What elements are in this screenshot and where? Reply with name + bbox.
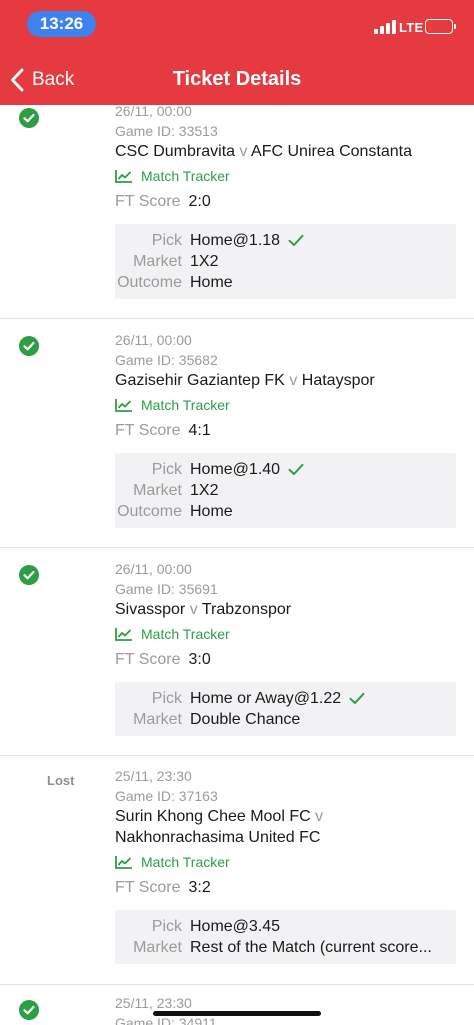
pick-value: Home@1.40 [190, 461, 281, 478]
match-tracker-label: Match Tracker [141, 397, 230, 413]
pick-label: Pick [151, 690, 182, 707]
away-team: Hatayspor [301, 372, 375, 389]
market-label: Market [133, 482, 182, 499]
pick-details: Pick Home or Away@1.22 Market Double Chanc… [115, 682, 456, 736]
market-value: Double Chance [190, 711, 301, 728]
status-bar: 13:26 LTE [0, 0, 474, 50]
market-label: Market [133, 939, 182, 956]
pick-details: Pick Home@1.18 Market 1X2 Outcome Home [115, 224, 456, 299]
ft-score: FT Score 2:0 [115, 190, 456, 214]
battery-icon [425, 19, 456, 34]
ticket-item: Lost 25/11, 23:30 Game ID: 37163 Surin K… [0, 756, 474, 985]
ft-score-label: FT Score [115, 651, 181, 668]
chart-line-icon [115, 170, 132, 183]
navigation-bar: Back Ticket Details [0, 55, 474, 105]
outcome-label: Outcome [117, 503, 182, 520]
ft-score: FT Score 4:1 [115, 419, 456, 443]
check-icon [288, 234, 304, 246]
away-team: AFC Unirea Constanta [251, 143, 413, 160]
ticket-item: 26/11, 00:00 Game ID: 33513 CSC Dumbravi… [0, 96, 474, 319]
ft-score-label: FT Score [115, 422, 181, 439]
game-id: Game ID: 33513 [115, 123, 218, 139]
won-check-icon [19, 108, 39, 128]
game-id: Game ID: 35691 [115, 581, 218, 597]
market-value: Rest of the Match (current score... [190, 939, 432, 956]
status-time: 13:26 [27, 11, 96, 37]
ft-score-value: 3:2 [188, 879, 211, 896]
page-title: Ticket Details [172, 68, 302, 90]
match-datetime: 25/11, 23:30 [115, 768, 192, 784]
ticket-item: 26/11, 00:00 Game ID: 35682 Gazisehir Ga… [0, 319, 474, 548]
match-tracker-label: Match Tracker [141, 168, 230, 184]
status-badge: Lost [47, 773, 75, 788]
match-tracker-label: Match Tracker [141, 854, 230, 870]
chart-line-icon [115, 628, 132, 641]
chart-line-icon [115, 856, 132, 869]
match-tracker-link[interactable]: Match Tracker [115, 393, 456, 417]
away-team: Trabzonspor [201, 601, 292, 618]
match-datetime: 25/11, 23:30 [115, 995, 192, 1011]
home-team: CSC Dumbravita [115, 143, 236, 160]
check-icon [288, 463, 304, 475]
match-datetime: 26/11, 00:00 [115, 332, 192, 348]
ft-score: FT Score 3:2 [115, 876, 456, 900]
match-teams: Surin Khong Chee Mool FC v Nakhonrachasim… [115, 806, 456, 848]
versus-label: v [315, 808, 324, 825]
away-team: Nakhonrachasima United FC [115, 829, 321, 846]
match-tracker-link[interactable]: Match Tracker [115, 622, 456, 646]
won-check-icon [19, 565, 39, 585]
pick-details: Pick Home@3.45 Market Rest of the Match (c… [115, 910, 456, 964]
outcome-value: Home [190, 503, 233, 520]
outcome-value: Home [190, 274, 233, 291]
won-check-icon [19, 1000, 39, 1020]
match-tracker-link[interactable]: Match Tracker [115, 850, 456, 874]
match-teams: Sivasspor v Trabzonspor [115, 599, 456, 620]
outcome-label: Outcome [117, 274, 182, 291]
versus-label: v [189, 601, 198, 618]
ticket-list: 26/11, 00:00 Game ID: 33513 CSC Dumbravi… [0, 0, 474, 1025]
home-team: Gazisehir Gaziantep FK [115, 372, 285, 389]
app-header: 13:26 LTE Back Ticket Details [0, 0, 474, 105]
ft-score-value: 2:0 [188, 193, 211, 210]
versus-label: v [239, 143, 248, 160]
match-teams: Gazisehir Gaziantep FK v Hatayspor [115, 370, 456, 391]
match-teams: CSC Dumbravita v AFC Unirea Constanta [115, 141, 456, 162]
market-label: Market [133, 711, 182, 728]
market-label: Market [133, 253, 182, 270]
game-id: Game ID: 37163 [115, 788, 218, 804]
game-id: Game ID: 35682 [115, 352, 218, 368]
pick-label: Pick [151, 461, 182, 478]
pick-value: Home@1.18 [190, 232, 281, 249]
pick-value: Home or Away@1.22 [190, 690, 342, 707]
pick-label: Pick [151, 918, 182, 935]
market-value: 1X2 [190, 482, 219, 499]
home-indicator[interactable] [153, 1011, 321, 1016]
ft-score-value: 3:0 [188, 651, 211, 668]
market-value: 1X2 [190, 253, 219, 270]
check-icon [349, 692, 365, 704]
network-label: LTE [399, 20, 424, 35]
home-team: Surin Khong Chee Mool FC [115, 808, 311, 825]
ft-score-label: FT Score [115, 879, 181, 896]
won-check-icon [19, 336, 39, 356]
pick-label: Pick [151, 232, 182, 249]
ft-score-value: 4:1 [188, 422, 211, 439]
chart-line-icon [115, 399, 132, 412]
ft-score: FT Score 3:0 [115, 648, 456, 672]
pick-details: Pick Home@1.40 Market 1X2 Outcome Home [115, 453, 456, 528]
match-tracker-label: Match Tracker [141, 626, 230, 642]
match-datetime: 26/11, 00:00 [115, 561, 192, 577]
versus-label: v [289, 372, 298, 389]
ticket-item: 25/11, 23:30 Game ID: 34911 [0, 985, 474, 1025]
match-tracker-link[interactable]: Match Tracker [115, 164, 456, 188]
home-team: Sivasspor [115, 601, 186, 618]
pick-value: Home@3.45 [190, 918, 281, 935]
ft-score-label: FT Score [115, 193, 181, 210]
signal-icon [374, 20, 396, 34]
ticket-item: 26/11, 00:00 Game ID: 35691 Sivasspor v … [0, 548, 474, 756]
